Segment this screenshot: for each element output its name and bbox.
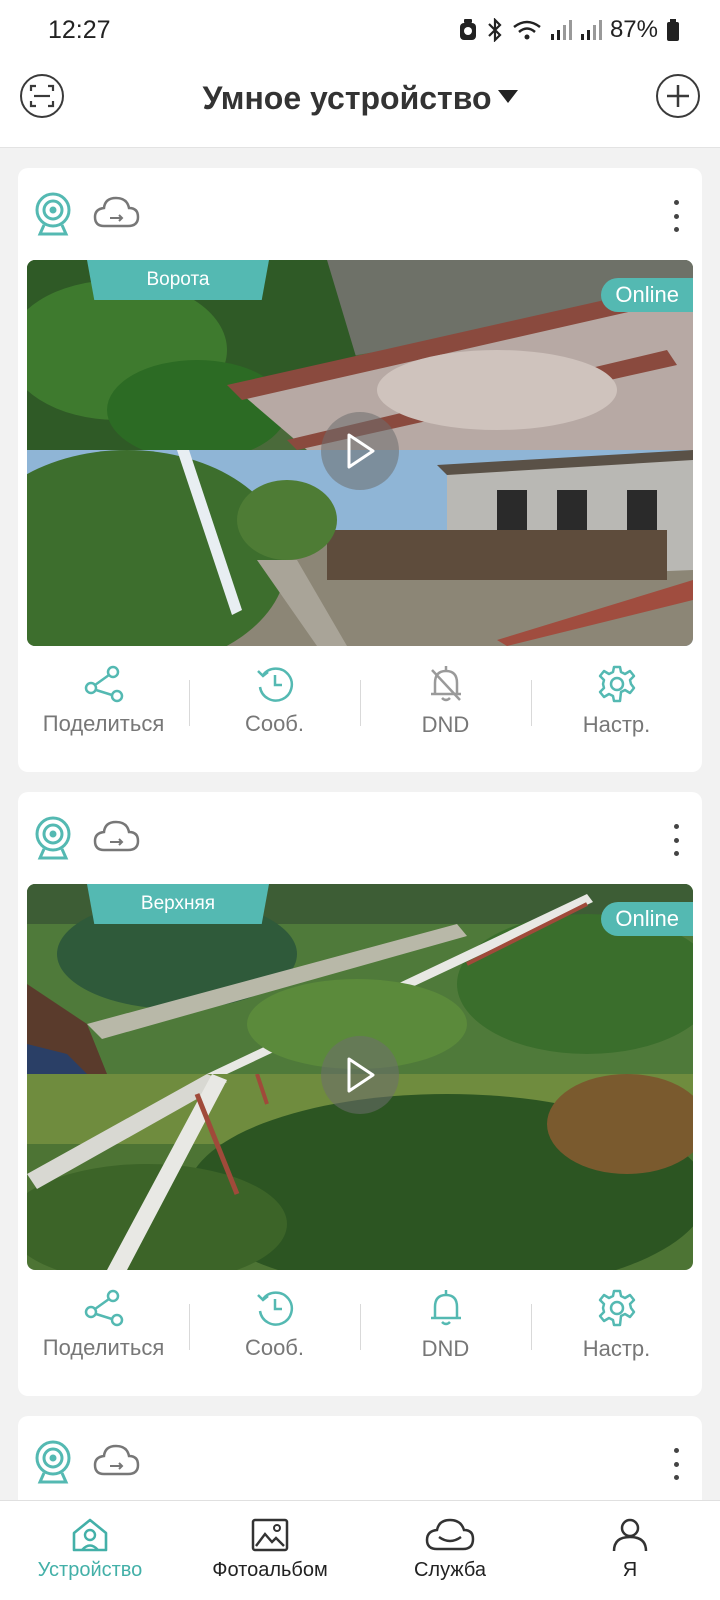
cloud-sync-icon[interactable] [92, 1444, 140, 1478]
dnd-button[interactable]: DND [360, 646, 531, 756]
bluetooth-icon [488, 18, 502, 42]
signal-icon [550, 20, 572, 40]
add-device-button[interactable] [656, 74, 700, 118]
play-icon [347, 433, 375, 469]
bottom-navigation: Устройство Фотоальбом Служба Я [0, 1500, 720, 1600]
status-bar: 12:27 87% [0, 0, 720, 60]
online-status-badge: Online [601, 902, 693, 936]
online-status-badge: Online [601, 278, 693, 312]
camera-name-label: Верхняя [87, 884, 269, 924]
page-title[interactable]: Умное устройство [0, 80, 720, 117]
camera-icon[interactable] [34, 816, 72, 860]
camera-preview[interactable]: Верхняя Online [27, 884, 693, 1270]
user-icon [612, 1518, 648, 1552]
history-icon [256, 1291, 293, 1326]
nav-label: Фотоальбом [212, 1559, 328, 1581]
gear-icon [598, 1289, 635, 1327]
messages-button[interactable]: Сооб. [189, 1270, 360, 1380]
device-card-header [18, 1416, 702, 1508]
signal-icon-2 [580, 20, 602, 40]
settings-label: Настр. [582, 712, 651, 737]
device-card-header [18, 792, 702, 884]
bell-off-icon [430, 666, 461, 702]
share-icon [84, 1289, 123, 1327]
device-card: Верхняя Online Поделиться Сооб. DND Наст… [18, 792, 702, 1396]
nav-profile[interactable]: Я [540, 1501, 720, 1600]
play-button[interactable] [321, 1036, 399, 1114]
share-icon [84, 665, 123, 703]
plus-icon [667, 85, 689, 107]
cloud-icon [425, 1518, 475, 1551]
nav-photo-album[interactable]: Фотоальбом [180, 1501, 360, 1600]
bell-icon [430, 1290, 461, 1326]
nav-label: Я [622, 1559, 638, 1581]
device-card: Ворота Online Поделиться Сооб. DND Настр… [18, 168, 702, 772]
device-card-header [18, 168, 702, 260]
camera-icon[interactable] [34, 192, 72, 236]
battery-icon [667, 19, 679, 41]
device-actions: Поделиться Сооб. DND Настр. [18, 1270, 702, 1380]
dnd-label: DND [421, 1336, 470, 1361]
status-icons: 87% [458, 16, 680, 44]
battery-percent: 87% [609, 16, 658, 43]
photo-icon [251, 1518, 289, 1552]
messages-label: Сооб. [244, 711, 305, 736]
nav-devices[interactable]: Устройство [0, 1501, 180, 1600]
caret-down-icon [497, 90, 518, 104]
settings-button[interactable]: Настр. [531, 646, 702, 756]
dnd-button[interactable]: DND [360, 1270, 531, 1380]
more-options-icon[interactable] [666, 1448, 686, 1480]
camera-preview[interactable]: Ворота Online [27, 260, 693, 646]
dnd-label: DND [421, 712, 470, 737]
play-icon [347, 1057, 375, 1093]
gear-icon [598, 665, 635, 703]
messages-label: Сооб. [244, 1335, 305, 1360]
nav-label: Устройство [37, 1559, 143, 1581]
wifi-icon [513, 20, 541, 40]
share-button[interactable]: Поделиться [18, 1270, 189, 1380]
share-button[interactable]: Поделиться [18, 646, 189, 756]
history-icon [256, 667, 293, 702]
settings-button[interactable]: Настр. [531, 1270, 702, 1380]
more-options-icon[interactable] [666, 824, 686, 856]
camera-icon[interactable] [34, 1440, 72, 1484]
device-actions: Поделиться Сооб. DND Настр. [18, 646, 702, 756]
app-header: Умное устройство [0, 60, 720, 148]
nav-service[interactable]: Служба [360, 1501, 540, 1600]
home-icon [72, 1518, 108, 1552]
settings-label: Настр. [582, 1336, 651, 1361]
cloud-sync-icon[interactable] [92, 820, 140, 854]
play-button[interactable] [321, 412, 399, 490]
page-title-text: Умное устройство [202, 80, 492, 116]
messages-button[interactable]: Сооб. [189, 646, 360, 756]
share-label: Поделиться [42, 711, 165, 736]
more-options-icon[interactable] [666, 200, 686, 232]
camera-name-label: Ворота [87, 260, 269, 300]
status-time: 12:27 [48, 15, 111, 44]
nav-label: Служба [413, 1559, 487, 1581]
cloud-sync-icon[interactable] [92, 196, 140, 230]
alarm-icon [459, 19, 476, 40]
share-label: Поделиться [42, 1335, 165, 1360]
